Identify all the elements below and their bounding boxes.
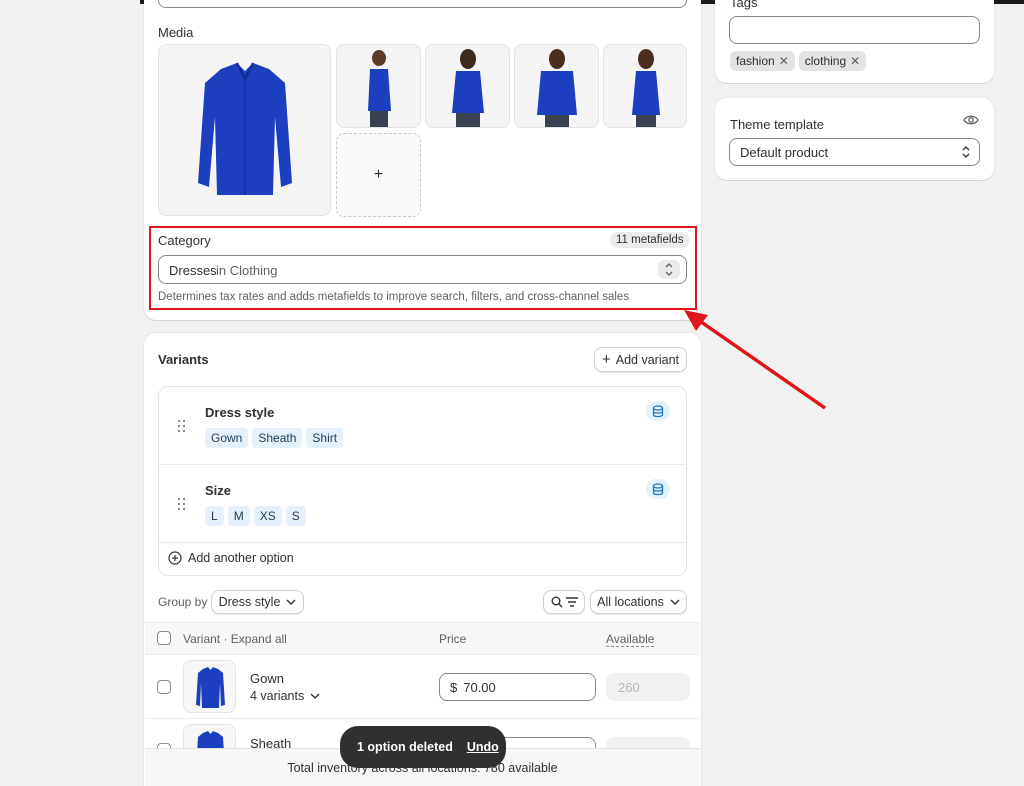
close-icon[interactable]: ✕: [850, 54, 860, 68]
close-icon[interactable]: ✕: [779, 54, 789, 68]
group-by-select[interactable]: Dress style: [211, 590, 304, 614]
select-all-checkbox[interactable]: [157, 631, 171, 645]
option-value-chip: Shirt: [306, 428, 344, 448]
undo-button[interactable]: Undo: [467, 740, 499, 754]
price-input[interactable]: $ 70.00: [439, 673, 596, 701]
option-value-chip: Sheath: [252, 428, 303, 448]
media-main-image[interactable]: [158, 44, 331, 216]
chevron-down-icon: [310, 693, 320, 699]
option-values-size: L M XS S: [205, 506, 310, 526]
option-value-chip: S: [285, 506, 306, 526]
price-value: 70.00: [463, 679, 496, 695]
plus-icon: +: [602, 351, 611, 368]
option-value-chip: L: [205, 506, 224, 526]
price-column-header: Price: [439, 632, 467, 646]
option-name-size: Size: [205, 483, 232, 498]
variant-name: Gown: [250, 671, 284, 686]
search-icon: [551, 596, 563, 608]
option-value-chip: M: [227, 506, 250, 526]
eye-icon[interactable]: [963, 113, 979, 127]
group-by-label: Group by: [158, 595, 208, 609]
option-value-chip: XS: [253, 506, 282, 526]
variant-expand-toggle[interactable]: 4 variants: [250, 689, 320, 703]
row-checkbox[interactable]: [157, 680, 171, 694]
available-input[interactable]: 260: [606, 673, 690, 701]
currency-symbol: $: [450, 679, 458, 695]
table-row-divider: [145, 718, 700, 719]
media-thumbnail-4[interactable]: [603, 44, 687, 128]
metafield-linked-icon[interactable]: [646, 401, 670, 421]
variant-thumbnail[interactable]: [183, 660, 236, 713]
available-column-header: Available: [606, 632, 655, 647]
theme-template-selected: Default product: [740, 145, 829, 160]
chevron-down-icon: [286, 599, 296, 605]
option-value-chip: Gown: [205, 428, 249, 448]
model-image: [452, 49, 484, 127]
description-field-bottom[interactable]: [158, 0, 687, 8]
metafield-linked-icon[interactable]: [646, 479, 670, 499]
tags-chip-list: fashion ✕ clothing ✕: [730, 51, 870, 71]
table-header-divider: [145, 654, 700, 655]
media-thumbnail-3[interactable]: [514, 44, 599, 128]
annotation-arrow: [684, 310, 826, 410]
theme-template-select[interactable]: Default product: [729, 138, 980, 166]
chevron-down-icon: [670, 599, 680, 605]
plus-circle-icon: [168, 551, 182, 565]
shirt-image: [196, 667, 225, 708]
variants-title: Variants: [158, 352, 209, 367]
plus-icon: +: [373, 166, 384, 183]
search-filter-button[interactable]: [543, 590, 585, 614]
select-arrows-icon: [961, 144, 971, 163]
media-thumbnail-1[interactable]: [336, 44, 421, 128]
tag-chip-fashion: fashion ✕: [730, 51, 795, 71]
category-highlight-box: [149, 226, 697, 310]
model-image: [368, 50, 391, 127]
model-image: [537, 49, 577, 127]
add-variant-button[interactable]: + Add variant: [594, 347, 687, 372]
option-values-dress-style: Gown Sheath Shirt: [205, 428, 347, 448]
locations-select[interactable]: All locations: [590, 590, 687, 614]
option-name-dress-style: Dress style: [205, 405, 275, 420]
tag-chip-clothing: clothing ✕: [798, 51, 867, 71]
media-thumbnail-2[interactable]: [425, 44, 510, 128]
top-bar-gap: [0, 0, 140, 4]
media-title: Media: [158, 25, 194, 40]
variant-column-header[interactable]: Variant · Expand all: [183, 632, 287, 646]
option-divider: [159, 542, 686, 543]
drag-handle-icon[interactable]: [178, 420, 186, 432]
toast-message: 1 option deleted: [357, 740, 453, 754]
tags-input[interactable]: [729, 16, 980, 44]
tags-label: Tags: [730, 0, 758, 10]
drag-handle-icon[interactable]: [178, 498, 186, 510]
add-media-button[interactable]: +: [336, 133, 421, 217]
theme-template-label: Theme template: [730, 117, 824, 132]
toast-notification: 1 option deleted Undo: [340, 726, 506, 768]
filter-icon: [565, 597, 578, 607]
option-divider: [159, 464, 686, 465]
model-image: [632, 49, 660, 127]
add-another-option-button[interactable]: Add another option: [168, 551, 294, 565]
shirt-image: [198, 62, 292, 195]
